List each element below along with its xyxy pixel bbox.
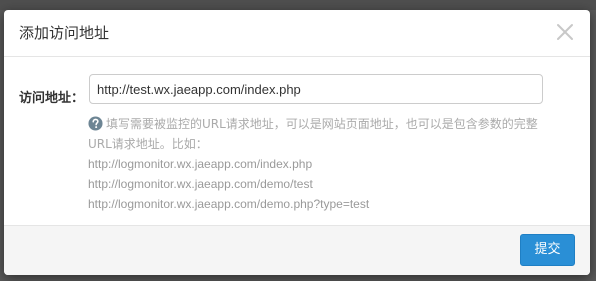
close-icon (557, 24, 573, 40)
url-label: 访问地址： (19, 91, 85, 106)
example-url: http://logmonitor.wx.jaeapp.com/demo.php… (88, 197, 370, 211)
help-text-line: 填写需要被监控的URL请求地址，可以是网站页面地址，也可以是包含参数的完整 (88, 114, 548, 134)
background-page (0, 0, 596, 34)
dialog-footer: 提交 (4, 225, 590, 275)
example-url: http://logmonitor.wx.jaeapp.com/index.ph… (88, 157, 313, 171)
example-url: http://logmonitor.wx.jaeapp.com/demo/tes… (88, 177, 313, 191)
submit-button[interactable]: 提交 (520, 234, 575, 266)
dialog-header: 添加访问地址 (4, 10, 590, 57)
help-text-2: URL请求地址。比如： (88, 137, 208, 151)
dialog-body: 访问地址： 填写需要被监控的URL请求地址，可以是网站页面地址，也可以是包含参数… (4, 57, 590, 225)
add-url-dialog: 添加访问地址 访问地址： 填写需要被监控的URL请求地址，可以是网站页面地址，也… (4, 10, 590, 275)
question-circle-icon (88, 116, 103, 131)
help-text-1: 填写需要被监控的URL请求地址，可以是网站页面地址，也可以是包含参数的完整 (106, 117, 538, 131)
dialog-title: 添加访问地址 (19, 24, 110, 42)
help-block: 填写需要被监控的URL请求地址，可以是网站页面地址，也可以是包含参数的完整 UR… (88, 114, 548, 214)
url-input[interactable] (89, 74, 543, 104)
close-button[interactable] (554, 21, 576, 43)
